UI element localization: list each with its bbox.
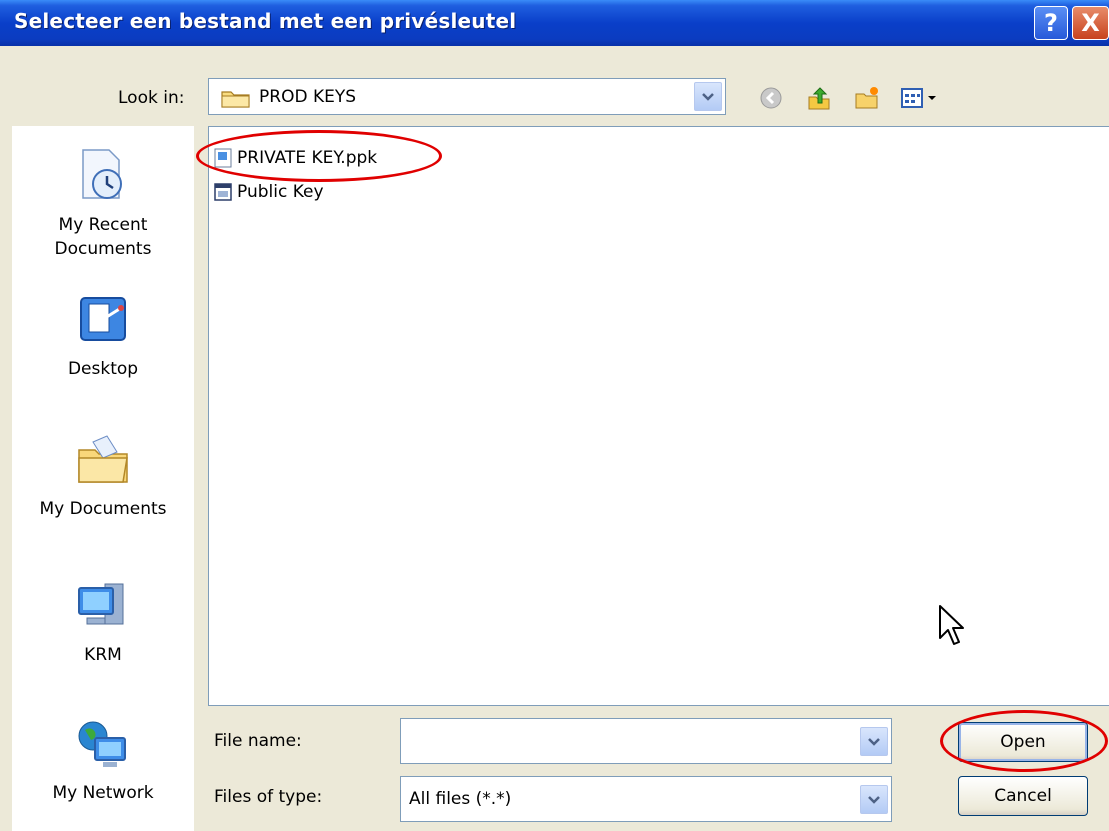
place-label: KRM xyxy=(84,645,122,665)
place-label: My Documents xyxy=(39,499,167,519)
look-in-dropdown[interactable]: PROD KEYS xyxy=(208,78,726,115)
list-item[interactable]: Public Key xyxy=(213,181,324,203)
look-in-dropdown-button[interactable] xyxy=(694,82,722,111)
back-button[interactable] xyxy=(756,84,786,112)
file-name-dropdown-button[interactable] xyxy=(860,727,888,756)
file-type-dropdown-button[interactable] xyxy=(860,785,888,814)
chevron-down-icon xyxy=(702,92,714,101)
place-my-network[interactable]: My Network xyxy=(12,716,194,803)
file-name-input[interactable] xyxy=(400,718,892,764)
close-button[interactable]: X xyxy=(1072,6,1109,40)
place-label: My Recent Documents xyxy=(54,215,152,259)
place-desktop[interactable]: Desktop xyxy=(12,292,194,379)
back-icon xyxy=(760,87,782,109)
file-list[interactable]: PRIVATE KEY.ppk Public Key xyxy=(208,126,1109,706)
mouse-cursor-icon xyxy=(939,605,964,645)
new-folder-icon xyxy=(855,87,878,109)
recent-documents-icon xyxy=(82,149,122,199)
generic-file-icon xyxy=(214,183,232,201)
folder-icon xyxy=(221,91,250,108)
file-name-label: File name: xyxy=(214,731,302,751)
file-type-value: All files (*.*) xyxy=(409,789,512,809)
file-type-dropdown[interactable]: All files (*.*) xyxy=(400,776,892,822)
place-my-documents[interactable]: My Documents xyxy=(12,432,194,519)
look-in-label: Look in: xyxy=(118,88,185,108)
views-menu-icon xyxy=(901,88,936,108)
ppk-file-icon xyxy=(214,148,232,168)
views-menu-button[interactable] xyxy=(898,84,944,112)
my-computer-icon xyxy=(78,583,124,625)
file-name: PRIVATE KEY.ppk xyxy=(237,148,378,168)
network-icon xyxy=(78,721,126,767)
title-bar[interactable]: Selecteer een bestand met een privésleut… xyxy=(0,0,1109,46)
place-my-recent-documents[interactable]: My Recent Documents xyxy=(12,146,194,261)
chevron-down-icon xyxy=(868,795,880,804)
list-item[interactable]: PRIVATE KEY.ppk xyxy=(213,147,377,169)
dialog-title: Selecteer een bestand met een privésleut… xyxy=(14,9,517,33)
place-krm[interactable]: KRM xyxy=(12,578,194,665)
place-label: Desktop xyxy=(67,359,139,379)
my-documents-icon xyxy=(78,435,128,483)
look-in-value: PROD KEYS xyxy=(259,87,357,107)
place-label: My Network xyxy=(52,783,154,803)
new-folder-button[interactable] xyxy=(852,84,882,112)
desktop-icon xyxy=(80,297,126,341)
cancel-button[interactable]: Cancel xyxy=(958,776,1088,816)
file-type-label: Files of type: xyxy=(214,787,323,807)
chevron-down-icon xyxy=(868,737,880,746)
help-button[interactable]: ? xyxy=(1034,6,1068,40)
file-name: Public Key xyxy=(237,182,324,202)
up-folder-icon xyxy=(808,87,830,110)
places-bar: My Recent Documents Desktop My Documents… xyxy=(12,126,194,831)
up-folder-button[interactable] xyxy=(804,84,834,112)
open-button[interactable]: Open xyxy=(958,722,1088,762)
